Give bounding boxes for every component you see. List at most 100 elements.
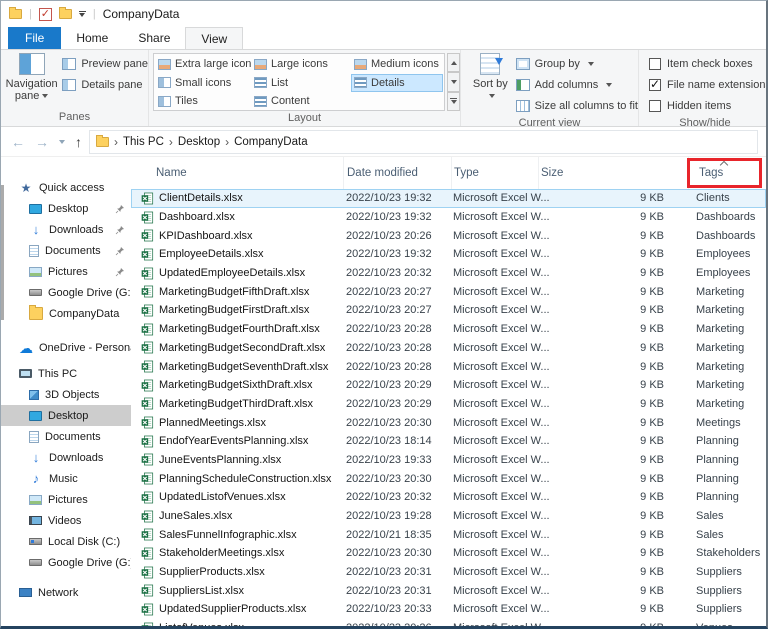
layout-option[interactable]: Extra large icons — [155, 55, 251, 74]
sort-by-button[interactable]: Sort by — [469, 53, 512, 116]
file-row[interactable]: ListofVenues.xlsx 2022/10/23 20:26 Micro… — [131, 619, 766, 626]
file-row[interactable]: PlannedMeetings.xlsx 2022/10/23 20:30 Mi… — [131, 413, 766, 432]
file-row[interactable]: PlanningScheduleConstruction.xlsx 2022/1… — [131, 469, 766, 488]
forward-icon[interactable]: → — [35, 135, 49, 149]
current-view-button[interactable]: Size all columns to fit — [516, 95, 638, 116]
file-row[interactable]: MarketingBudgetSixthDraft.xlsx 2022/10/2… — [131, 376, 766, 395]
gallery-more-button[interactable] — [447, 92, 460, 111]
file-row[interactable]: SalesFunnelInfographic.xlsx 2022/10/21 1… — [131, 525, 766, 544]
file-row[interactable]: MarketingBudgetFirstDraft.xlsx 2022/10/2… — [131, 301, 766, 320]
current-view-button[interactable]: Add columns — [516, 74, 638, 95]
sidebar-scrollbar-thumb[interactable] — [1, 185, 4, 320]
layout-option-label: Medium icons — [371, 58, 439, 70]
sidebar-item[interactable]: Music — [1, 468, 131, 489]
ribbon-tab[interactable]: File — [8, 27, 61, 49]
gallery-scroll-down-button[interactable] — [447, 72, 460, 91]
sidebar-item[interactable]: Downloads — [1, 447, 131, 468]
sidebar-item[interactable]: Quick access — [1, 177, 131, 198]
file-row[interactable]: SuppliersList.xlsx 2022/10/23 20:31 Micr… — [131, 581, 766, 600]
file-row[interactable]: EmployeeDetails.xlsx 2022/10/23 19:32 Mi… — [131, 245, 766, 264]
quick-access-toolbar-dropdown-icon[interactable] — [79, 11, 86, 17]
sidebar-item[interactable]: 3D Objects — [1, 384, 131, 405]
file-row[interactable]: Dashboard.xlsx 2022/10/23 19:32 Microsof… — [131, 208, 766, 227]
file-row[interactable]: StakeholderMeetings.xlsx 2022/10/23 20:3… — [131, 544, 766, 563]
layout-option[interactable]: Small icons — [155, 74, 251, 93]
file-row[interactable]: JuneEventsPlanning.xlsx 2022/10/23 19:33… — [131, 451, 766, 470]
layout-option[interactable]: Tiles — [155, 92, 251, 111]
breadcrumb-item[interactable]: Desktop — [164, 135, 220, 149]
navigation-pane-button[interactable]: Navigation pane — [5, 53, 58, 110]
show-hide-option[interactable]: File name extensions — [649, 75, 768, 95]
type-cell: Microsoft Excel W... — [451, 547, 538, 559]
pane-toggle-button[interactable]: Preview pane — [62, 53, 148, 74]
size-cell: 9 KB — [538, 211, 688, 223]
type-cell: Microsoft Excel W... — [451, 398, 538, 410]
layout-option[interactable]: Details — [351, 74, 443, 93]
back-icon[interactable]: ← — [11, 135, 25, 149]
layout-option[interactable]: Content — [251, 92, 351, 111]
sidebar-item[interactable]: Local Disk (C:) — [1, 531, 131, 552]
sidebar-item[interactable]: Google Drive (G:) — [1, 552, 131, 573]
file-name: PlanningScheduleConstruction.xlsx — [159, 473, 331, 485]
column-header[interactable]: Type — [451, 157, 538, 189]
breadcrumb-item[interactable]: This PC — [109, 135, 164, 149]
sidebar-item[interactable]: Desktop — [1, 198, 131, 219]
sidebar-item[interactable]: Google Drive (G: — [1, 282, 131, 303]
sidebar-item[interactable]: Pictures — [1, 489, 131, 510]
breadcrumb-label: This PC — [123, 136, 164, 148]
sidebar-item[interactable]: Documents — [1, 240, 131, 261]
sidebar-item[interactable]: Videos — [1, 510, 131, 531]
layout-option[interactable]: Medium icons — [351, 55, 443, 74]
column-header[interactable]: Name — [131, 157, 343, 189]
show-hide-option[interactable]: Item check boxes — [649, 54, 768, 74]
address-box[interactable]: This PC Desktop CompanyData — [89, 130, 758, 154]
excel-file-icon — [141, 622, 154, 626]
up-icon[interactable]: ↑ — [75, 135, 82, 149]
file-row[interactable]: JuneSales.xlsx 2022/10/23 19:28 Microsof… — [131, 507, 766, 526]
sidebar-item[interactable]: This PC — [1, 363, 131, 384]
file-row[interactable]: MarketingBudgetSeventhDraft.xlsx 2022/10… — [131, 357, 766, 376]
quick-access-folder-icon[interactable] — [59, 9, 72, 19]
file-row[interactable]: UpdatedListofVenues.xlsx 2022/10/23 20:3… — [131, 488, 766, 507]
sidebar-item[interactable]: Network — [1, 582, 131, 603]
ribbon-tab[interactable]: View — [185, 27, 243, 49]
file-row[interactable]: MarketingBudgetFourthDraft.xlsx 2022/10/… — [131, 320, 766, 339]
checkbox[interactable] — [649, 100, 661, 112]
file-row[interactable]: MarketingBudgetFifthDraft.xlsx 2022/10/2… — [131, 282, 766, 301]
sidebar-item[interactable]: OneDrive - Personal — [1, 337, 131, 358]
sidebar-item[interactable]: Documents — [1, 426, 131, 447]
pane-toggle-button[interactable]: Details pane — [62, 74, 148, 95]
recent-locations-chevron-icon[interactable] — [59, 140, 65, 144]
column-header[interactable]: Tags — [688, 157, 766, 189]
ribbon-tab[interactable]: Home — [61, 27, 123, 49]
gallery-scroll-up-button[interactable] — [447, 53, 460, 72]
file-row[interactable]: KPIDashboard.xlsx 2022/10/23 20:26 Micro… — [131, 226, 766, 245]
sidebar-item[interactable]: Downloads — [1, 219, 131, 240]
file-row[interactable]: MarketingBudgetThirdDraft.xlsx 2022/10/2… — [131, 395, 766, 414]
sidebar-item[interactable]: Pictures — [1, 261, 131, 282]
sidebar-item[interactable]: Desktop — [1, 405, 131, 426]
show-hide-option[interactable]: Hidden items — [649, 96, 768, 116]
column-header[interactable]: Date modified — [343, 157, 451, 189]
layout-option[interactable]: List — [251, 74, 351, 93]
sidebar-item[interactable]: CompanyData — [1, 303, 131, 324]
checkbox[interactable] — [649, 79, 661, 91]
sidebar-item-icon — [29, 390, 39, 400]
sidebar-item-icon — [19, 369, 32, 378]
checkbox[interactable] — [649, 58, 661, 70]
sidebar-item-label: Pictures — [48, 266, 88, 278]
file-row[interactable]: ClientDetails.xlsx 2022/10/23 19:32 Micr… — [131, 189, 766, 208]
date-modified-cell: 2022/10/23 19:32 — [343, 211, 451, 223]
file-row[interactable]: MarketingBudgetSecondDraft.xlsx 2022/10/… — [131, 339, 766, 358]
current-view-button[interactable]: Group by — [516, 53, 638, 74]
file-row[interactable]: SupplierProducts.xlsx 2022/10/23 20:31 M… — [131, 563, 766, 582]
ribbon-tab[interactable]: Share — [123, 27, 185, 49]
file-row[interactable]: EndofYearEventsPlanning.xlsx 2022/10/23 … — [131, 432, 766, 451]
file-row[interactable]: UpdatedSupplierProducts.xlsx 2022/10/23 … — [131, 600, 766, 619]
triangle-down-icon — [451, 80, 457, 84]
breadcrumb-item[interactable]: CompanyData — [220, 135, 308, 149]
layout-option[interactable]: Large icons — [251, 55, 351, 74]
column-header[interactable]: Size — [538, 157, 688, 189]
quick-access-check-icon[interactable] — [39, 8, 52, 21]
file-row[interactable]: UpdatedEmployeeDetails.xlsx 2022/10/23 2… — [131, 264, 766, 283]
